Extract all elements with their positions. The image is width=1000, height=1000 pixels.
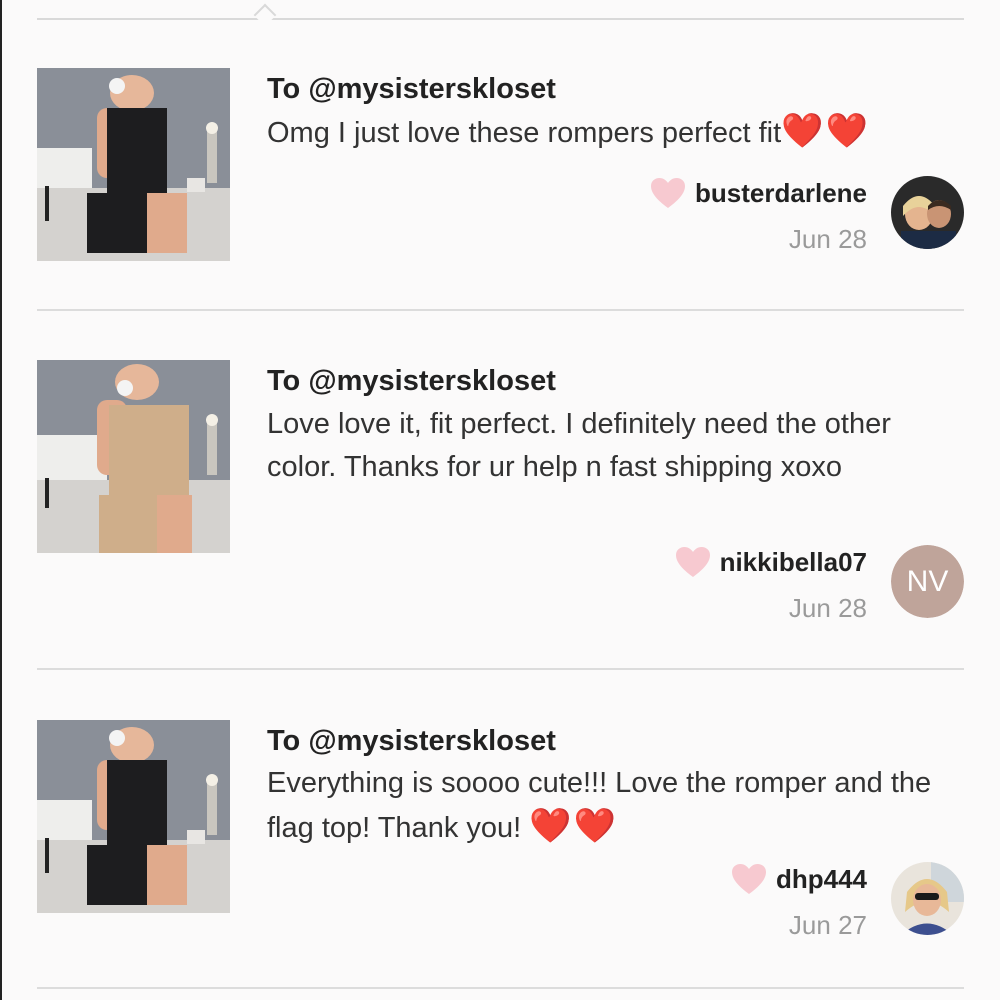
review-recipient: To @mysisterskloset	[267, 365, 556, 397]
reviewer-username[interactable]: dhp444	[776, 864, 867, 895]
avatar[interactable]	[891, 176, 964, 249]
review-date: Jun 28	[788, 224, 867, 254]
screen-edge	[0, 0, 2, 1000]
review-date: Jun 27	[788, 910, 867, 940]
heart-icon[interactable]	[649, 176, 687, 210]
reviewer-username[interactable]: busterdarlene	[695, 178, 867, 209]
avatar[interactable]	[891, 862, 964, 935]
review-date: Jun 28	[788, 593, 867, 623]
review-meta: nikkibella07 Jun 28	[674, 545, 867, 624]
review-recipient: To @mysisterskloset	[267, 725, 556, 757]
review-divider	[37, 309, 964, 311]
review-divider	[37, 987, 964, 989]
review-text: Everything is soooo cute!!! Love the rom…	[267, 762, 957, 850]
heart-icon[interactable]	[674, 545, 712, 579]
avatar[interactable]: NV	[891, 545, 964, 618]
review-meta: dhp444 Jun 27	[730, 862, 867, 941]
review-recipient: To @mysisterskloset	[267, 73, 556, 105]
review-text: Love love it, fit perfect. I definitely …	[267, 408, 891, 483]
product-photo[interactable]	[37, 720, 230, 913]
reviewer-username[interactable]: nikkibella07	[720, 547, 867, 578]
product-photo[interactable]	[37, 68, 230, 261]
heart-emoji-icon: ❤️❤️	[781, 112, 870, 150]
avatar-initials: NV	[891, 545, 964, 618]
heart-icon[interactable]	[730, 862, 768, 896]
heart-emoji-icon: ❤️❤️	[529, 807, 618, 845]
top-divider	[37, 18, 964, 20]
review-meta: busterdarlene Jun 28	[649, 176, 867, 255]
review-divider	[37, 668, 964, 670]
review-text-content: Omg I just love these rompers perfect fi…	[267, 117, 782, 149]
product-photo[interactable]	[37, 360, 230, 553]
review-text: Omg I just love these rompers perfect fi…	[267, 110, 957, 155]
tab-pointer	[253, 3, 277, 27]
